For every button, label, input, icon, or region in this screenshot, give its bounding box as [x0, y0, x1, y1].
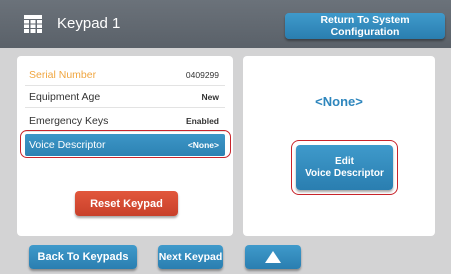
reset-keypad-button[interactable]: Reset Keypad — [75, 191, 178, 216]
edit-voice-descriptor-button[interactable]: Edit Voice Descriptor — [296, 145, 393, 190]
next-keypad-button[interactable]: Next Keypad — [158, 245, 223, 269]
scroll-up-button[interactable] — [245, 245, 301, 269]
triangle-up-icon — [265, 251, 281, 263]
voice-descriptor-row-highlight — [20, 130, 231, 158]
voice-descriptor-current-value: <None> — [315, 94, 363, 109]
edit-voice-descriptor-line2: Voice Descriptor — [305, 167, 384, 179]
equipment-age-row[interactable]: Equipment Age New — [25, 86, 225, 108]
emergency-keys-label: Emergency Keys — [29, 115, 109, 127]
serial-number-row: Serial Number 0409299 — [25, 64, 225, 86]
edit-voice-descriptor-line1: Edit — [335, 155, 354, 167]
header-bar: Keypad 1 Return To System Configuration — [0, 0, 451, 48]
serial-number-value: 0409299 — [185, 70, 219, 80]
return-to-system-configuration-button[interactable]: Return To System Configuration — [285, 13, 445, 39]
emergency-keys-value: Enabled — [185, 116, 219, 126]
keypad-grid-icon — [24, 15, 42, 33]
emergency-keys-row[interactable]: Emergency Keys Enabled — [25, 110, 225, 132]
back-to-keypads-button[interactable]: Back To Keypads — [29, 245, 137, 269]
page-title: Keypad 1 — [57, 15, 121, 32]
equipment-age-label: Equipment Age — [29, 91, 101, 103]
equipment-age-value: New — [201, 92, 219, 102]
serial-number-label: Serial Number — [29, 69, 97, 81]
